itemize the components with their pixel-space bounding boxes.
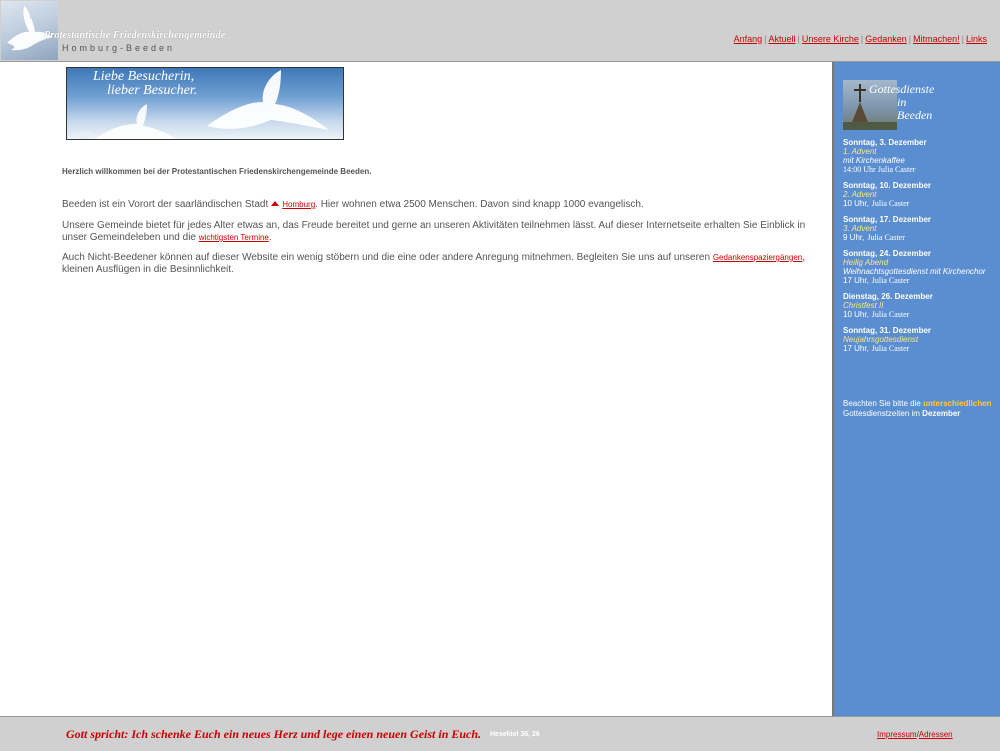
event-time: 17 Uhr, Julia Caster bbox=[843, 344, 995, 353]
gedankenspaziergaenge-link[interactable]: Gedankenspaziergängen bbox=[713, 253, 802, 262]
footer: Gott spricht: Ich schenke Euch ein neues… bbox=[0, 716, 1000, 751]
footer-links: Impressum/Adressen bbox=[877, 730, 953, 739]
event-time-value: 17 Uhr, bbox=[843, 276, 869, 285]
service-event: Sonntag, 10. Dezember 2. Advent 10 Uhr, J… bbox=[843, 181, 995, 208]
event-time: 10 Uhr, Julia Caster bbox=[843, 310, 995, 319]
banner-line-2: lieber Besucher. bbox=[107, 83, 198, 98]
notice-text-mid: Gottesdienstzeiten im bbox=[843, 408, 920, 418]
bible-quote: Gott spricht: Ich schenke Euch ein neues… bbox=[66, 727, 482, 741]
p3-text-before: Auch Nicht-Beedener können auf dieser We… bbox=[62, 252, 711, 263]
event-time-value: 10 Uhr, bbox=[843, 199, 869, 208]
notice-highlight: unterschiedlichen bbox=[923, 399, 992, 408]
services-notice: Beachten Sie bitte die unterschiedlichen… bbox=[843, 399, 993, 418]
welcome-banner: Liebe Besucherin, lieber Besucher. bbox=[66, 67, 344, 140]
event-description: Weihnachtsgottesdienst mit Kirchenchor bbox=[843, 267, 986, 276]
header: Protestantische Friedenskirchengemeinde … bbox=[0, 0, 1000, 62]
event-date: Sonntag, 3. Dezember bbox=[843, 138, 927, 147]
notice-month: Dezember bbox=[922, 408, 961, 418]
welcome-heading: Herzlich willkommen bei der Protestantis… bbox=[62, 167, 372, 176]
nav-link-anfang[interactable]: Anfang bbox=[734, 34, 763, 44]
event-name: Neujahrsgottesdienst bbox=[843, 335, 919, 344]
service-event: Sonntag, 24. Dezember Heilig Abend Weihn… bbox=[843, 249, 995, 285]
event-name: Heilig Abend bbox=[843, 258, 889, 267]
nav-link-aktuell[interactable]: Aktuell bbox=[768, 34, 795, 44]
service-event-list: Sonntag, 3. Dezember 1. Advent mit Kirch… bbox=[843, 138, 995, 360]
event-officiant: Julia Caster bbox=[871, 344, 910, 353]
nav-separator: | bbox=[764, 34, 767, 44]
event-officiant: Julia Caster bbox=[871, 199, 910, 208]
event-name: 3. Advent bbox=[843, 224, 877, 233]
event-time-value: 9 Uhr, bbox=[843, 233, 865, 242]
event-time-value: 17 Uhr, bbox=[843, 344, 869, 353]
service-sidebar: Gottesdienste in Beeden Sonntag, 3. Deze… bbox=[832, 62, 1000, 716]
termine-link[interactable]: wichtigsten Termine bbox=[199, 233, 269, 242]
event-name: Christfest II bbox=[843, 301, 884, 310]
nav-link-mitmachen[interactable]: Mitmachen! bbox=[913, 34, 960, 44]
event-time-value: 14:00 Uhr bbox=[843, 165, 876, 174]
adressen-link[interactable]: Adressen bbox=[919, 730, 953, 739]
event-officiant: Julia Caster bbox=[871, 310, 910, 319]
event-time: 17 Uhr, Julia Caster bbox=[843, 276, 995, 285]
event-date: Sonntag, 24. Dezember bbox=[843, 249, 932, 258]
banner-line-1: Liebe Besucherin, bbox=[93, 69, 195, 84]
nav-link-gedanken[interactable]: Gedanken bbox=[865, 34, 907, 44]
service-event: Sonntag, 3. Dezember 1. Advent mit Kirch… bbox=[843, 138, 995, 174]
event-time: 14:00 Uhr Julia Caster bbox=[843, 165, 995, 174]
event-name: 1. Advent bbox=[843, 147, 877, 156]
top-navigation: Anfang | Aktuell | Unsere Kirche | Gedanken | Mi… bbox=[734, 34, 987, 44]
event-date: Dienstag, 26. Dezember bbox=[843, 292, 933, 301]
impressum-link[interactable]: Impressum bbox=[877, 730, 917, 739]
up-arrow-icon bbox=[271, 201, 280, 207]
event-officiant: Julia Caster bbox=[871, 276, 910, 285]
p2-text-after: . bbox=[268, 232, 272, 243]
intro-paragraph-1: Beeden ist ein Vorort der saarländischen… bbox=[62, 199, 810, 211]
event-time: 10 Uhr, Julia Caster bbox=[843, 199, 995, 208]
nav-link-links[interactable]: Links bbox=[966, 34, 987, 44]
bible-quote-reference: Hesekiel 36, 26 bbox=[490, 731, 540, 738]
nav-separator: | bbox=[961, 34, 964, 44]
nav-separator: | bbox=[908, 34, 912, 44]
p1-text-before: Beeden ist ein Vorort der saarländischen… bbox=[62, 199, 269, 210]
site-name: Protestantische Friedenskirchengemeinde bbox=[44, 30, 226, 41]
event-name: 2. Advent bbox=[843, 190, 877, 199]
nav-link-unsere-kirche[interactable]: Unsere Kirche bbox=[802, 34, 859, 44]
intro-paragraph-2: Unsere Gemeinde bietet für jedes Alter e… bbox=[62, 220, 810, 244]
service-event: Dienstag, 26. Dezember Christfest II 10 … bbox=[843, 292, 995, 319]
event-time-value: 10 Uhr, bbox=[843, 310, 869, 319]
nav-separator: | bbox=[860, 34, 864, 44]
nav-separator: | bbox=[797, 34, 800, 44]
event-officiant: Julia Caster bbox=[877, 165, 916, 174]
event-date: Sonntag, 10. Dezember bbox=[843, 181, 932, 190]
services-title-line-3: Beeden bbox=[897, 108, 933, 122]
event-date: Sonntag, 17. Dezember bbox=[843, 215, 932, 224]
intro-paragraph-3: Auch Nicht-Beedener können auf dieser We… bbox=[62, 252, 810, 276]
banner-greeting: Liebe Besucherin, lieber Besucher. bbox=[93, 70, 197, 98]
p2-text-before: Unsere Gemeinde bietet für jedes Alter e… bbox=[62, 220, 806, 243]
main-content: Liebe Besucherin, lieber Besucher. Herzl… bbox=[0, 62, 832, 716]
service-event: Sonntag, 17. Dezember 3. Advent 9 Uhr, Ju… bbox=[843, 215, 995, 242]
service-event: Sonntag, 31. Dezember Neujahrsgottesdien… bbox=[843, 326, 995, 353]
event-date: Sonntag, 31. Dezember bbox=[843, 326, 932, 335]
event-description: mit Kirchenkaffee bbox=[843, 156, 905, 165]
event-time: 9 Uhr, Julia Caster bbox=[843, 233, 995, 242]
p1-text-after: . Hier wohnen etwa 2500 Menschen. Davon … bbox=[315, 199, 644, 210]
site-subtitle: Homburg-Beeden bbox=[62, 43, 176, 53]
event-officiant: Julia Caster bbox=[867, 233, 905, 242]
services-title: Gottesdienste in Beeden bbox=[869, 83, 934, 122]
notice-text-before: Beachten Sie bitte die bbox=[843, 399, 921, 408]
homburg-link[interactable]: Homburg bbox=[282, 200, 315, 209]
